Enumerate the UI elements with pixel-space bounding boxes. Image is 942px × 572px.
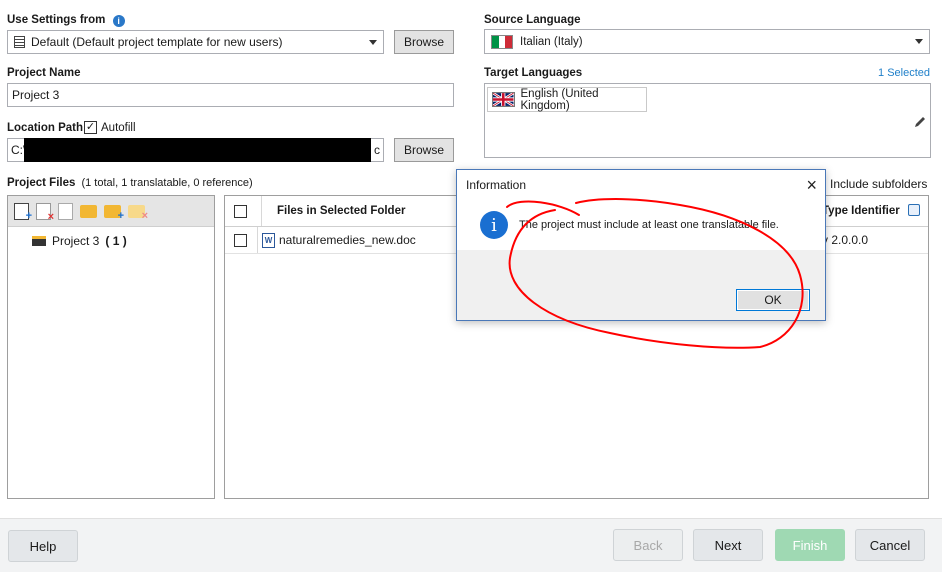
location-input[interactable]: C:\ c <box>7 138 384 162</box>
settings-dropdown[interactable]: Default (Default project template for ne… <box>7 30 384 54</box>
remove-folder-icon[interactable]: × <box>128 204 148 222</box>
source-language-dropdown[interactable]: Italian (Italy) <box>484 29 930 54</box>
folder-tree-panel: + × + × Project 3 ( 1 ) <box>7 195 215 499</box>
template-icon <box>14 36 25 48</box>
remove-file-icon[interactable]: × <box>36 202 54 223</box>
settings-label: Use Settings from i <box>7 14 125 27</box>
info-icon[interactable]: i <box>112 15 125 27</box>
checkmark-icon: ✓ <box>84 121 97 134</box>
file-type: v 2.0.0.0 <box>822 233 869 247</box>
copy-file-icon[interactable] <box>58 202 73 220</box>
information-dialog: Information × i The project must include… <box>456 169 826 321</box>
project-name-label: Project Name <box>7 67 81 79</box>
word-document-icon: W <box>262 232 275 248</box>
target-languages-label: Target Languages <box>484 67 583 79</box>
tree-item-project[interactable]: Project 3 ( 1 ) <box>32 234 127 248</box>
back-button[interactable]: Back <box>613 529 683 561</box>
location-label: Location Path <box>7 122 84 134</box>
location-browse-button[interactable]: Browse <box>394 138 454 162</box>
close-icon[interactable]: × <box>806 176 817 194</box>
dialog-body: i The project must include at least one … <box>457 200 825 250</box>
target-selected-link[interactable]: 1 Selected <box>878 67 930 79</box>
chevron-down-icon <box>915 39 923 44</box>
target-languages-box[interactable]: English (United Kingdom) <box>484 83 931 158</box>
tree-toolbar: + × + × <box>8 196 214 227</box>
source-language-value: Italian (Italy) <box>520 35 583 48</box>
dialog-titlebar: Information × <box>457 170 825 200</box>
next-button[interactable]: Next <box>693 529 763 561</box>
cancel-button[interactable]: Cancel <box>855 529 925 561</box>
settings-gear-icon[interactable] <box>908 204 920 216</box>
col-files-header[interactable]: Files in Selected Folder <box>277 205 405 217</box>
chevron-down-icon <box>369 39 377 45</box>
dialog-title: Information <box>466 178 527 192</box>
redacted-block <box>24 138 371 162</box>
project-name-input[interactable]: Project 3 <box>7 83 454 107</box>
italy-flag-icon <box>491 34 513 49</box>
include-subfolders-checkbox[interactable]: Include subfolders <box>820 177 927 191</box>
open-folder-icon[interactable] <box>80 204 97 218</box>
settings-browse-button[interactable]: Browse <box>394 30 454 54</box>
settings-value: Default (Default project template for ne… <box>31 35 283 49</box>
help-button[interactable]: Help <box>8 530 78 562</box>
project-files-header: Project Files (1 total, 1 translatable, … <box>7 177 253 189</box>
autofill-checkbox[interactable]: ✓ Autofill <box>84 121 136 134</box>
info-circle-icon: i <box>480 211 508 239</box>
source-language-label: Source Language <box>484 14 581 26</box>
uk-flag-icon <box>492 92 515 107</box>
col-type-header[interactable]: Type Identifier <box>822 205 900 217</box>
row-checkbox[interactable] <box>234 233 247 247</box>
add-file-icon[interactable]: + <box>14 202 32 222</box>
file-name: naturalremedies_new.doc <box>279 233 416 247</box>
target-language-chip[interactable]: English (United Kingdom) <box>487 87 647 112</box>
finish-button[interactable]: Finish <box>775 529 845 561</box>
dialog-message: The project must include at least one tr… <box>519 219 779 231</box>
pencil-icon[interactable] <box>913 115 927 129</box>
ok-button[interactable]: OK <box>736 289 810 311</box>
select-all-checkbox[interactable] <box>234 204 247 218</box>
add-folder-icon[interactable]: + <box>104 204 124 222</box>
project-folder-icon <box>32 236 46 246</box>
